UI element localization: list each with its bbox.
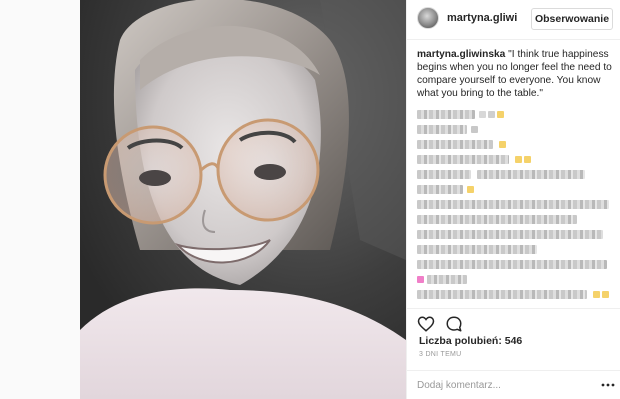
- avatar[interactable]: [417, 7, 439, 29]
- list-item: [417, 245, 615, 254]
- list-item: [417, 200, 615, 209]
- list-item: [417, 215, 615, 224]
- header-username[interactable]: martyna.gliwi: [447, 12, 517, 24]
- list-item: [417, 185, 615, 194]
- list-item: [417, 230, 615, 239]
- post-timestamp[interactable]: 3 DNI TEMU: [419, 351, 462, 358]
- post-frame: martyna.gliwi Obserwowanie martyna.gliwi…: [0, 0, 620, 399]
- post-caption: martyna.gliwinska "I think true happines…: [417, 48, 615, 100]
- comment-icon[interactable]: [445, 315, 463, 333]
- blurred-comments: [417, 110, 615, 299]
- list-item: [417, 170, 615, 179]
- list-item: [417, 290, 615, 299]
- selfie-image: [80, 0, 406, 399]
- likes-count[interactable]: Liczba polubień: 546: [419, 335, 522, 347]
- heart-icon[interactable]: [417, 315, 435, 333]
- post-header: martyna.gliwi Obserwowanie: [407, 0, 620, 40]
- list-item: [417, 140, 615, 149]
- post-photo[interactable]: [80, 0, 406, 399]
- list-item: [417, 110, 615, 119]
- comments-section: martyna.gliwinska "I think true happines…: [417, 48, 615, 300]
- caption-username[interactable]: martyna.gliwinska: [417, 49, 505, 60]
- add-comment-input[interactable]: [417, 377, 587, 393]
- list-item: [417, 275, 615, 284]
- post-actions: [407, 308, 620, 334]
- following-button[interactable]: Obserwowanie: [531, 8, 613, 30]
- list-item: [417, 260, 615, 269]
- more-options-icon[interactable]: [601, 379, 615, 391]
- list-item: [417, 125, 615, 134]
- add-comment-bar: [407, 370, 620, 399]
- list-item: [417, 155, 615, 164]
- post-sidebar: martyna.gliwi Obserwowanie martyna.gliwi…: [406, 0, 620, 399]
